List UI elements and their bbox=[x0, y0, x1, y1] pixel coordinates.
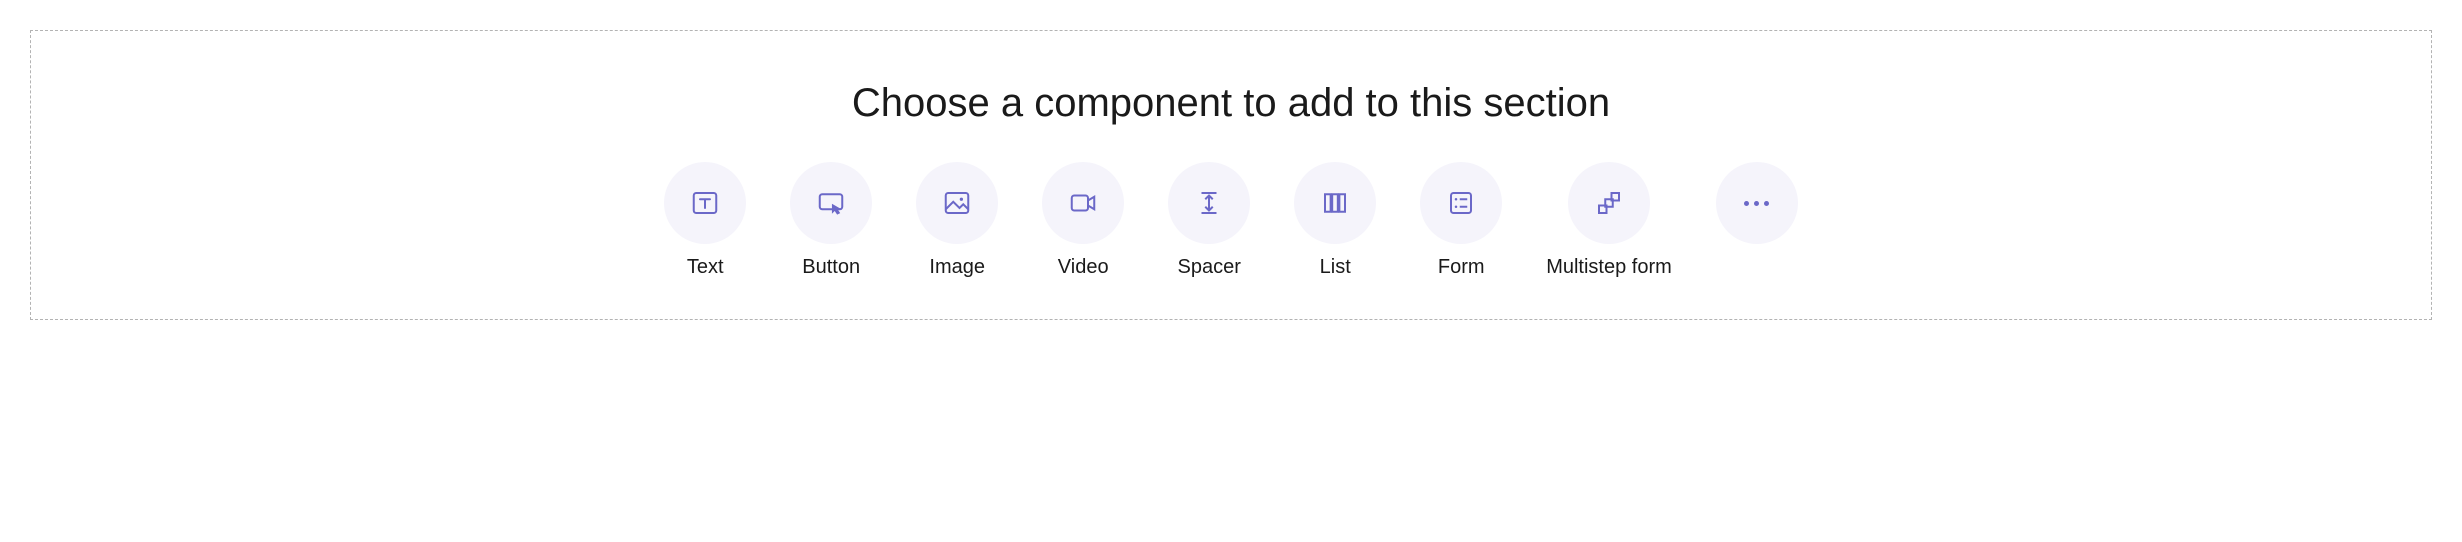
component-label: Image bbox=[929, 256, 985, 279]
component-button[interactable]: Button bbox=[790, 162, 872, 279]
spacer-icon bbox=[1168, 162, 1250, 244]
component-spacer[interactable]: Spacer bbox=[1168, 162, 1250, 279]
form-icon bbox=[1420, 162, 1502, 244]
component-text[interactable]: Text bbox=[664, 162, 746, 279]
component-video[interactable]: Video bbox=[1042, 162, 1124, 279]
component-label: Button bbox=[802, 256, 860, 279]
component-label: Form bbox=[1438, 256, 1485, 279]
text-icon bbox=[664, 162, 746, 244]
component-form[interactable]: Form bbox=[1420, 162, 1502, 279]
component-multistep-form[interactable]: Multistep form bbox=[1546, 162, 1672, 279]
component-label: Multistep form bbox=[1546, 256, 1672, 279]
multistep-form-icon bbox=[1568, 162, 1650, 244]
component-label: Text bbox=[687, 256, 724, 279]
component-label: Video bbox=[1058, 256, 1109, 279]
component-picker-row: Text Button Image bbox=[664, 162, 1798, 279]
component-list[interactable]: List bbox=[1294, 162, 1376, 279]
component-label: Spacer bbox=[1178, 256, 1241, 279]
component-label: List bbox=[1320, 256, 1351, 279]
component-image[interactable]: Image bbox=[916, 162, 998, 279]
image-icon bbox=[916, 162, 998, 244]
add-component-dropzone: Choose a component to add to this sectio… bbox=[30, 30, 2432, 320]
button-icon bbox=[790, 162, 872, 244]
list-icon bbox=[1294, 162, 1376, 244]
video-icon bbox=[1042, 162, 1124, 244]
section-title: Choose a component to add to this sectio… bbox=[852, 81, 1610, 126]
component-more[interactable] bbox=[1716, 162, 1798, 256]
more-icon bbox=[1716, 162, 1798, 244]
